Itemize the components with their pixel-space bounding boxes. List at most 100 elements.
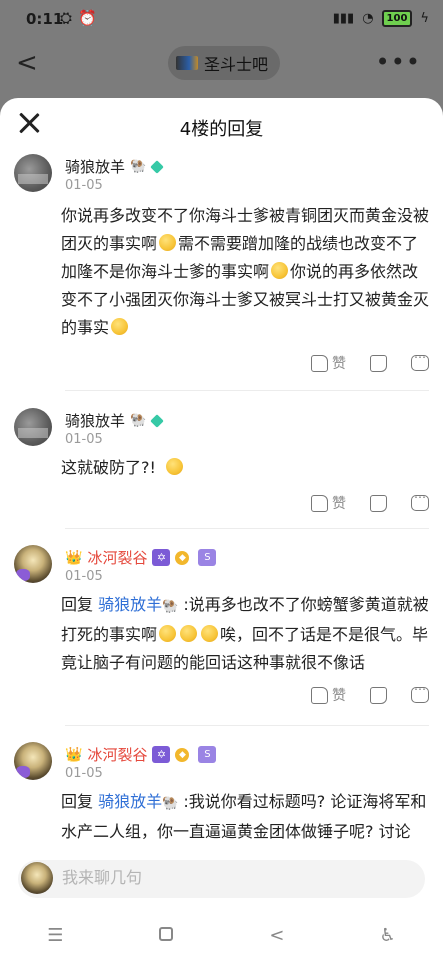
comment-input-bar [0,850,443,910]
thumb-down-icon [370,354,387,372]
post-date: 01-05 [65,178,103,193]
user-name-row: 👑 冰河裂谷 ✡ ◆ S [65,744,217,765]
user-name-row: 骑狼放羊 🐏 [65,410,164,431]
home-icon[interactable] [146,925,186,946]
avatar[interactable] [14,408,52,446]
emoji-icon [159,234,177,251]
sheet-header: 4楼的回复 [0,98,443,154]
status-time: 0:11 [26,10,64,28]
avatar[interactable] [14,545,52,583]
post-content[interactable]: 你说再多改变不了你海斗士爹被青铜团灭而黄金没被团灭的事实啊 需不需要蹭加隆的战绩也… [61,202,429,342]
post-date: 01-05 [65,432,103,447]
thumb-up-icon [311,686,328,704]
status-icons-right: ▮▮▮ ◔ 100 ϟ [333,10,429,27]
crown-icon: 👑 [65,549,83,566]
post-content[interactable]: 这就破防了?! [61,454,429,482]
post-actions: 赞 [311,490,429,513]
reply-prefix: 回复 [61,595,94,614]
comment-icon [411,490,429,511]
avatar[interactable] [14,742,52,780]
comment-icon [411,350,429,371]
accessibility-icon[interactable]: ♿ [368,925,408,946]
signal-icon: ▮▮▮ [332,11,355,26]
post-content[interactable]: 回复 骑狼放羊🐏 :我说你看过标题吗? 论证海将军和水产二人组，你一直逼逼黄金团… [61,788,429,846]
back-icon[interactable]: < [257,925,297,946]
member-badge-icon: S [198,549,217,566]
gem-badge-icon [150,159,164,174]
comment-input[interactable] [18,860,425,898]
dislike-button[interactable] [370,494,387,512]
user-name-row: 骑狼放羊 🐏 [65,156,164,177]
sync-icon: ⛭ [60,9,73,27]
comment-button[interactable] [411,490,429,511]
gold-badge-icon: ◆ [175,550,190,565]
system-nav-bar: ☰ < ♿ [0,910,443,960]
emoji-icon [159,625,177,642]
thumb-up-icon [311,354,328,372]
wifi-icon: ◔ [362,11,374,26]
like-label: 赞 [332,356,346,372]
comment-button[interactable] [411,350,429,371]
like-button[interactable]: 赞 [311,353,346,373]
status-bar: 0:11 ⛭ ⏰ ▮▮▮ ◔ 100 ϟ [0,0,443,38]
reply-sheet: 4楼的回复 骑狼放羊 🐏 01-05 你说再多改变不了你海斗士爹被青铜团灭而黄金… [0,98,443,960]
back-icon[interactable]: < [16,48,38,78]
emoji-icon [165,458,183,475]
thumb-down-icon [370,494,387,512]
sheep-icon: 🐏 [130,159,147,174]
emoji-icon [180,625,198,642]
reply-item: 👑 冰河裂谷 ✡ ◆ S 01-05 回复 骑狼放羊🐏 :说再多也改不了你螃蟹爹… [0,529,443,726]
alarm-icon: ⏰ [78,9,97,27]
user-name[interactable]: 冰河裂谷 [87,744,147,765]
reply-list: 骑狼放羊 🐏 01-05 你说再多改变不了你海斗士爹被青铜团灭而黄金没被团灭的事… [0,154,443,886]
menu-icon[interactable]: ☰ [35,925,75,946]
charging-icon: ϟ [420,11,429,26]
dislike-button[interactable] [370,354,387,372]
like-button[interactable]: 赞 [311,685,346,705]
my-avatar [21,862,53,894]
background-app: 0:11 ⛭ ⏰ ▮▮▮ ◔ 100 ϟ < 圣斗士吧 ••• [0,0,443,110]
user-name[interactable]: 骑狼放羊 [65,156,125,177]
star-badge-icon: ✡ [152,746,171,763]
gem-badge-icon [150,413,164,428]
user-name[interactable]: 冰河裂谷 [87,547,147,568]
thumb-up-icon [311,494,328,512]
emoji-icon [201,625,219,642]
comment-button[interactable] [411,682,429,703]
thumb-down-icon [370,686,387,704]
status-icons-left: ⛭ ⏰ [60,9,97,27]
post-actions: 赞 [311,682,429,705]
star-badge-icon: ✡ [152,549,171,566]
emoji-icon [111,318,129,335]
reply-item: 骑狼放羊 🐏 01-05 你说再多改变不了你海斗士爹被青铜团灭而黄金没被团灭的事… [0,154,443,391]
post-content[interactable]: 回复 骑狼放羊🐏 :说再多也改不了你螃蟹爹黄道就被打死的事实啊 唉，回不了话是不是… [61,591,429,677]
like-label: 赞 [332,688,346,704]
post-actions: 赞 [311,350,429,373]
user-name[interactable]: 骑狼放羊 [65,410,125,431]
sheep-icon: 🐏 [162,796,179,811]
member-badge-icon: S [198,746,217,763]
mention-link[interactable]: 骑狼放羊 [98,792,162,811]
like-label: 赞 [332,496,346,512]
reply-item: 骑狼放羊 🐏 01-05 这就破防了?! 赞 [0,391,443,529]
forum-name-pill[interactable]: 圣斗士吧 [168,46,281,80]
sheet-title: 4楼的回复 [179,119,264,140]
dislike-button[interactable] [370,686,387,704]
more-icon[interactable]: ••• [376,48,421,76]
sheep-icon: 🐏 [130,413,147,428]
user-name-row: 👑 冰河裂谷 ✡ ◆ S [65,547,217,568]
post-date: 01-05 [65,766,103,781]
comment-icon [411,682,429,703]
avatar[interactable] [14,154,52,192]
forum-nav-bar: < 圣斗士吧 ••• [0,40,443,90]
like-button[interactable]: 赞 [311,493,346,513]
emoji-icon [271,262,289,279]
mention-link[interactable]: 骑狼放羊 [98,595,162,614]
reply-prefix: 回复 [61,792,94,811]
sheep-icon: 🐏 [162,599,179,614]
forum-name: 圣斗士吧 [204,55,269,74]
gold-badge-icon: ◆ [175,747,190,762]
battery-icon: 100 [381,10,413,27]
forum-logo [176,56,198,70]
post-date: 01-05 [65,569,103,584]
